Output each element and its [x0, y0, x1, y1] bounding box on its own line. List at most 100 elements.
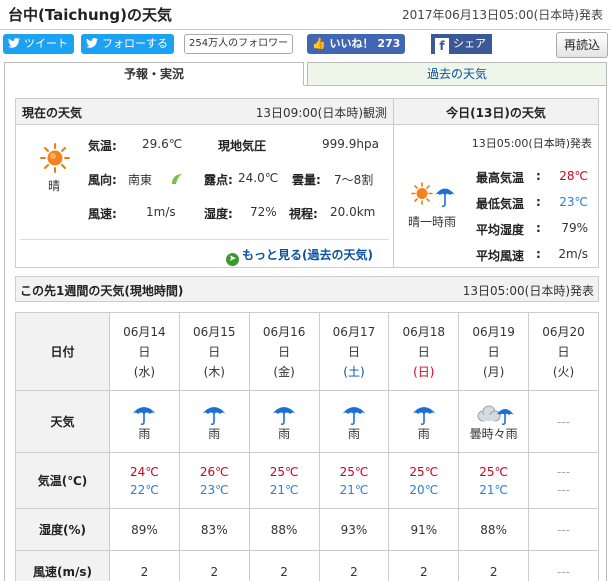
- temp-cell: 25℃ 21℃: [458, 452, 530, 509]
- today-weather-label: 晴一時雨: [408, 215, 457, 229]
- high-temp: 25℃: [479, 464, 509, 479]
- day-of-week: (火): [552, 364, 575, 379]
- temp-value: 29.6℃: [142, 137, 183, 151]
- today-stat-separator: :: [536, 195, 541, 209]
- content-panel: 現在の天気 13日09:00(日本時)観測 晴 気温: 29.6℃ 現地気圧 9…: [4, 86, 607, 581]
- share-button[interactable]: f シェア: [431, 34, 492, 54]
- wind-cell: 2: [318, 550, 390, 581]
- low-temp: 21℃: [269, 482, 299, 497]
- date-monthday: 06月18: [402, 324, 446, 339]
- date-day-suffix: 日: [487, 344, 500, 359]
- week-forecast-header: この先1週間の天気(現地時間) 13日05:00(日本時)発表: [15, 276, 599, 302]
- tab-forecast[interactable]: 予報・実況: [4, 62, 304, 86]
- umbrella-icon: [132, 406, 157, 425]
- umbrella-icon: [341, 406, 366, 425]
- weather-text: ---: [557, 414, 571, 429]
- wind-dir-label: 風向:: [88, 173, 117, 187]
- page-title: 台中(Taichung)の天気: [8, 6, 172, 24]
- visibility-label: 視程:: [289, 207, 318, 221]
- date-cell: 06月17 日 (土): [318, 312, 390, 391]
- weather-text: 雨: [417, 426, 430, 441]
- weather-text: 雨: [347, 426, 360, 441]
- humidity-cell: 91%: [388, 508, 460, 551]
- humidity-cell: ---: [528, 508, 599, 551]
- pressure-label: 現地気圧: [218, 139, 267, 153]
- day-of-week: (土): [343, 364, 365, 379]
- cloud-label: 雲量:: [292, 173, 321, 187]
- sun-icon: [40, 143, 70, 173]
- week-forecast-table: 日付 06月14 日 (水) 06月15 日 (木) 06月16 日 (金) 06月17 日 (土) 0…: [15, 312, 599, 581]
- high-temp: 26℃: [199, 464, 229, 479]
- arrow-right-icon: ➤: [226, 253, 239, 266]
- tweet-button[interactable]: ツイート: [3, 34, 74, 54]
- current-weather-header: 現在の天気 13日09:00(日本時)観測: [16, 99, 393, 125]
- date-day-suffix: 日: [347, 344, 360, 359]
- high-temp: 25℃: [409, 464, 439, 479]
- today-weather-header: 今日(13日)の天気: [394, 99, 598, 125]
- week-issued-time: 13日05:00(日本時)発表: [462, 284, 594, 298]
- date-row-header: 日付: [15, 312, 110, 391]
- wind-cell: ---: [528, 550, 599, 581]
- date-day-suffix: 日: [557, 344, 570, 359]
- wind-value: 2: [419, 564, 428, 579]
- low-temp: 20℃: [409, 482, 439, 497]
- date-day-suffix: 日: [138, 344, 151, 359]
- humidity-value: 72%: [250, 205, 277, 219]
- weather-text: 雨: [278, 426, 291, 441]
- cloud-value: 7～8割: [334, 173, 374, 187]
- humidity-value: ---: [557, 522, 571, 537]
- reload-button[interactable]: 再読込: [556, 32, 608, 58]
- temp-row: 気温(℃) 24℃ 22℃ 26℃ 23℃ 25℃ 21℃ 25℃ 21℃ 25℃ 20℃ 25℃ 2…: [15, 452, 599, 509]
- weather-cell: 雨: [318, 390, 390, 453]
- follow-label: フォローする: [102, 37, 168, 50]
- wind-value: 2: [489, 564, 498, 579]
- today-weather-title: 今日(13日)の天気: [446, 106, 546, 120]
- temp-cell: 25℃ 20℃: [388, 452, 460, 509]
- today-stat-separator: :: [536, 169, 541, 183]
- low-temp: 23℃: [199, 482, 229, 497]
- page-header: 台中(Taichung)の天気 2017年06月13日05:00(日本時)発表: [0, 0, 611, 30]
- issued-time: 2017年06月13日05:00(日本時)発表: [401, 8, 603, 22]
- today-weather-box: 今日(13日)の天気 13日05:00(日本時)発表 晴一時雨 最高気温: 28℃…: [394, 98, 599, 268]
- weather-text: 雨: [138, 426, 151, 441]
- follow-button[interactable]: フォローする: [81, 34, 174, 54]
- humidity-cell: 88%: [458, 508, 530, 551]
- current-weather-label: 晴: [48, 179, 61, 193]
- day-of-week: (日): [413, 364, 435, 379]
- wind-value: ---: [557, 564, 571, 579]
- social-bar: ツイート フォローする 254万人のフォロワー 👍 いいね！ 273 f シェア …: [0, 32, 611, 58]
- divider: [20, 239, 389, 240]
- high-temp: 25℃: [269, 464, 299, 479]
- like-label: いいね！ 273: [329, 37, 401, 50]
- tab-bar: 予報・実況 過去の天気: [4, 62, 607, 86]
- date-monthday: 06月15: [192, 324, 236, 339]
- tab-past-weather[interactable]: 過去の天気: [307, 62, 607, 86]
- more-past-weather-link[interactable]: ➤ もっと見る(過去の天気): [226, 246, 373, 266]
- wind-value: 2: [210, 564, 219, 579]
- current-weather-box: 現在の天気 13日09:00(日本時)観測 晴 気温: 29.6℃ 現地気圧 9…: [15, 98, 394, 268]
- like-button[interactable]: 👍 いいね！ 273: [307, 34, 406, 54]
- day-of-week: (水): [133, 364, 156, 379]
- weather-row-header: 天気: [15, 390, 110, 453]
- follower-count: 254万人のフォロワー: [184, 34, 294, 54]
- wind-direction-icon: [172, 174, 182, 184]
- visibility-value: 20.0km: [330, 205, 376, 219]
- humidity-cell: 89%: [109, 508, 180, 551]
- today-stat-value: 28℃: [559, 169, 588, 183]
- day-of-week: (月): [482, 364, 505, 379]
- humidity-value: 89%: [131, 522, 158, 537]
- weather-cell: 雨: [388, 390, 460, 453]
- temp-cell: 26℃ 23℃: [178, 452, 250, 509]
- humidity-value: 93%: [340, 522, 368, 537]
- today-issued-time: 13日05:00(日本時)発表: [471, 137, 592, 150]
- twitter-bird-icon: [8, 38, 20, 48]
- today-stat-value: 2m/s: [558, 247, 588, 261]
- humidity-value: 88%: [270, 522, 298, 537]
- wind-speed-label: 風速:: [88, 207, 117, 221]
- cloud-rain-icon: [477, 405, 514, 425]
- weather-cell: 雨: [109, 390, 180, 453]
- temp-cell: 24℃ 22℃: [109, 452, 180, 509]
- pressure-value: 999.9hpa: [322, 137, 379, 151]
- wind-value: 2: [350, 564, 358, 579]
- wind-dir-value: 南東: [128, 173, 153, 187]
